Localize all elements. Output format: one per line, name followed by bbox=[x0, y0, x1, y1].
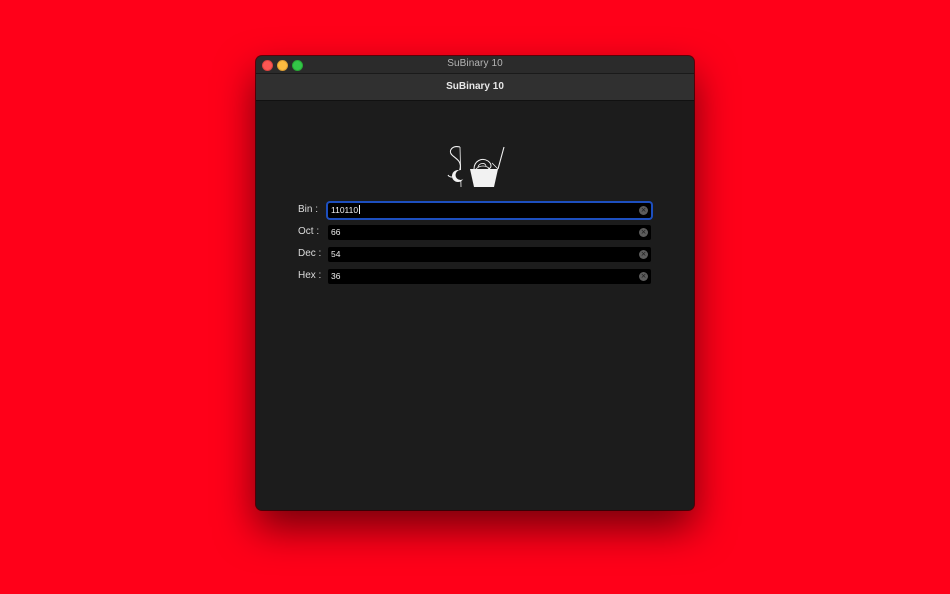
title-bar[interactable]: SuBinary 10 bbox=[256, 56, 694, 74]
toolbar: SuBinary 10 bbox=[256, 74, 694, 101]
dec-clear-icon[interactable]: × bbox=[639, 250, 648, 259]
bin-row: Bin : 110110 × bbox=[256, 203, 694, 219]
dec-label: Dec : bbox=[298, 248, 322, 259]
app-window: SuBinary 10 SuBinary 10 Bin : 110110 × O… bbox=[256, 56, 694, 510]
oct-clear-icon[interactable]: × bbox=[639, 228, 648, 237]
dec-input[interactable]: 54 × bbox=[328, 247, 651, 262]
hex-label: Hex : bbox=[298, 270, 322, 281]
oct-row: Oct : 66 × bbox=[256, 225, 694, 241]
toolbar-title: SuBinary 10 bbox=[446, 81, 504, 92]
subinary-logo-icon bbox=[447, 146, 505, 188]
hex-value: 36 bbox=[331, 271, 341, 281]
bin-label: Bin : bbox=[298, 204, 319, 215]
text-caret bbox=[359, 205, 361, 214]
hex-clear-icon[interactable]: × bbox=[639, 272, 648, 281]
oct-label: Oct : bbox=[298, 226, 320, 237]
oct-value: 66 bbox=[331, 227, 341, 237]
bin-input[interactable]: 110110 × bbox=[328, 203, 651, 218]
oct-input[interactable]: 66 × bbox=[328, 225, 651, 240]
hex-row: Hex : 36 × bbox=[256, 269, 694, 285]
window-title: SuBinary 10 bbox=[447, 58, 503, 69]
bin-clear-icon[interactable]: × bbox=[639, 206, 648, 215]
hex-input[interactable]: 36 × bbox=[328, 269, 651, 284]
dec-row: Dec : 54 × bbox=[256, 247, 694, 263]
bin-value: 110110 bbox=[331, 205, 361, 215]
main-content: Bin : 110110 × Oct : 66 × Dec : 54 × Hex… bbox=[256, 101, 694, 510]
dec-value: 54 bbox=[331, 249, 341, 259]
